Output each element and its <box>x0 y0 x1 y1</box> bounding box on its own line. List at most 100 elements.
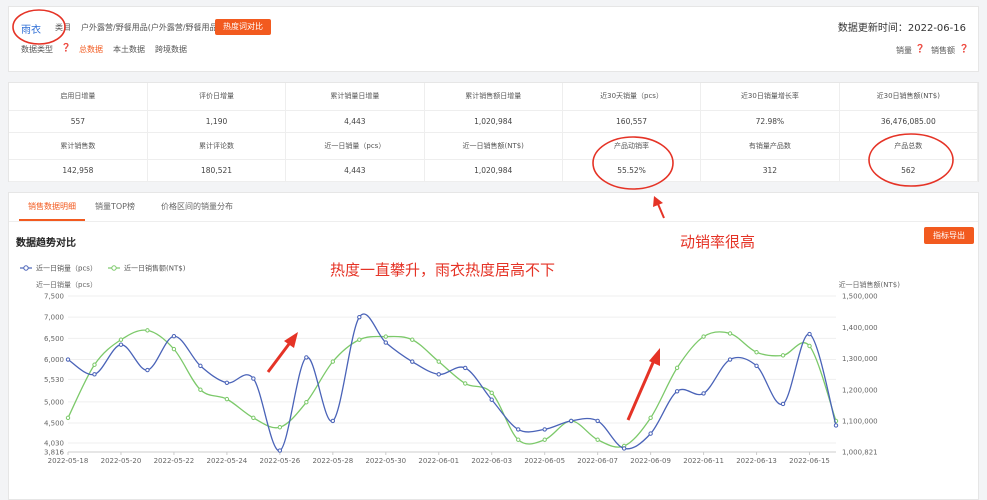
data-point-revenue[interactable] <box>727 331 733 336</box>
annotation-sales-rate: 动销率很高 <box>680 233 755 251</box>
y-left-title: 近一日销量（pcs） <box>36 280 97 289</box>
y-left-tick: 3,816 <box>44 449 65 457</box>
data-point-sales[interactable] <box>171 334 177 339</box>
x-tick-label: 2022-05-26 <box>260 457 301 465</box>
x-tick-label: 2022-06-01 <box>418 457 459 465</box>
y-left-tick: 6,500 <box>44 335 64 343</box>
data-point-revenue[interactable] <box>410 337 415 342</box>
data-point-sales[interactable] <box>754 363 759 369</box>
data-point-sales[interactable] <box>621 446 627 451</box>
data-point-sales[interactable] <box>330 418 336 424</box>
data-point-sales[interactable] <box>198 363 203 369</box>
data-point-revenue[interactable] <box>198 387 203 392</box>
data-point-revenue[interactable] <box>542 437 547 442</box>
legend-sales-label[interactable]: 近一日销量（pcs） <box>36 264 97 273</box>
data-point-revenue[interactable] <box>92 362 97 367</box>
y-left-tick: 7,500 <box>44 293 64 301</box>
x-tick-label: 2022-06-13 <box>736 457 777 465</box>
data-point-sales[interactable] <box>251 376 256 381</box>
y-left-tick: 4,500 <box>44 420 64 428</box>
data-point-sales[interactable] <box>780 401 786 407</box>
data-point-sales[interactable] <box>727 357 733 362</box>
data-point-revenue[interactable] <box>489 390 494 396</box>
data-point-revenue[interactable] <box>780 353 786 358</box>
x-tick-label: 2022-06-03 <box>471 457 512 465</box>
data-point-sales[interactable] <box>224 380 230 386</box>
data-point-sales[interactable] <box>489 397 494 402</box>
series-line-sales <box>67 313 837 452</box>
y-right-tick: 1,000,821 <box>842 449 878 457</box>
y-left-tick: 5,530 <box>44 376 64 384</box>
data-point-sales[interactable] <box>463 365 468 371</box>
data-point-revenue[interactable] <box>383 334 388 339</box>
y-right-tick: 1,200,000 <box>842 386 878 394</box>
data-point-revenue[interactable] <box>436 359 441 364</box>
x-tick-label: 2022-06-11 <box>683 457 724 465</box>
data-point-sales[interactable] <box>410 359 415 364</box>
series-line-revenue <box>67 329 837 448</box>
data-point-revenue[interactable] <box>807 343 812 349</box>
data-point-sales[interactable] <box>277 448 283 453</box>
y-right-title: 近一日销售额(NT$) <box>839 280 901 289</box>
annotation-circle-product-total <box>868 133 954 187</box>
data-point-sales[interactable] <box>701 391 706 396</box>
data-point-sales[interactable] <box>92 372 97 377</box>
y-right-tick: 1,400,000 <box>842 324 878 332</box>
data-point-sales[interactable] <box>674 389 680 394</box>
x-tick-label: 2022-05-24 <box>207 457 248 465</box>
data-point-revenue[interactable] <box>701 334 706 339</box>
data-point-revenue[interactable] <box>357 337 362 342</box>
annotation-circle-keyword <box>12 9 66 45</box>
data-point-revenue[interactable] <box>224 396 230 402</box>
data-point-sales[interactable] <box>383 340 388 345</box>
data-point-sales[interactable] <box>833 423 839 428</box>
y-left-tick: 6,000 <box>44 356 64 364</box>
legend[interactable]: 近一日销量（pcs） 近一日销售额(NT$) <box>20 264 186 273</box>
legend-revenue-label[interactable]: 近一日销售额(NT$) <box>124 264 186 273</box>
x-tick-label: 2022-06-05 <box>524 457 565 465</box>
x-tick-label: 2022-05-20 <box>101 457 142 465</box>
data-point-sales[interactable] <box>542 427 547 432</box>
data-point-sales[interactable] <box>568 418 574 424</box>
y-left-tick: 4,030 <box>44 439 64 447</box>
y-right-tick: 1,100,000 <box>842 418 878 426</box>
data-point-revenue[interactable] <box>595 437 600 442</box>
data-point-sales[interactable] <box>304 355 309 360</box>
data-point-sales[interactable] <box>357 314 362 320</box>
data-point-revenue[interactable] <box>251 415 256 421</box>
x-tick-label: 2022-05-22 <box>154 457 195 465</box>
data-point-revenue[interactable] <box>674 365 680 371</box>
data-point-revenue[interactable] <box>754 350 759 355</box>
x-tick-label: 2022-06-15 <box>789 457 830 465</box>
data-point-revenue[interactable] <box>145 328 150 333</box>
annotation-trend: 热度一直攀升，雨衣热度居高不下 <box>330 261 555 279</box>
data-point-sales[interactable] <box>595 418 600 424</box>
data-point-revenue[interactable] <box>65 415 71 421</box>
x-tick-label: 2022-06-07 <box>577 457 618 465</box>
data-point-revenue[interactable] <box>277 425 283 430</box>
data-point-sales[interactable] <box>145 367 150 373</box>
annotation-arrow-sales-rate <box>653 196 665 219</box>
data-point-revenue[interactable] <box>171 346 177 352</box>
data-point-revenue[interactable] <box>304 400 309 405</box>
y-left-tick: 7,000 <box>44 314 64 322</box>
data-point-sales[interactable] <box>516 427 521 432</box>
trend-chart: 数据趋势对比 近一日销量（pcs） 近一日销售额(NT$) 近一日销量（pcs）… <box>12 9 954 465</box>
y-right-tick: 1,500,000 <box>842 293 878 301</box>
data-point-revenue[interactable] <box>118 337 124 342</box>
data-point-revenue[interactable] <box>463 381 468 386</box>
legend-revenue-marker <box>111 265 117 271</box>
data-point-revenue[interactable] <box>330 359 336 364</box>
data-point-sales[interactable] <box>65 357 71 362</box>
data-point-revenue[interactable] <box>516 437 521 442</box>
data-point-sales[interactable] <box>648 431 653 436</box>
data-point-sales[interactable] <box>807 331 812 337</box>
x-tick-label: 2022-05-30 <box>365 457 406 465</box>
x-tick-label: 2022-05-18 <box>48 457 89 465</box>
y-right-tick: 1,300,000 <box>842 355 878 363</box>
data-point-revenue[interactable] <box>648 415 653 421</box>
data-point-sales[interactable] <box>118 342 124 347</box>
data-point-sales[interactable] <box>436 372 441 377</box>
x-tick-label: 2022-06-09 <box>630 457 671 465</box>
legend-sales-marker <box>23 265 29 271</box>
